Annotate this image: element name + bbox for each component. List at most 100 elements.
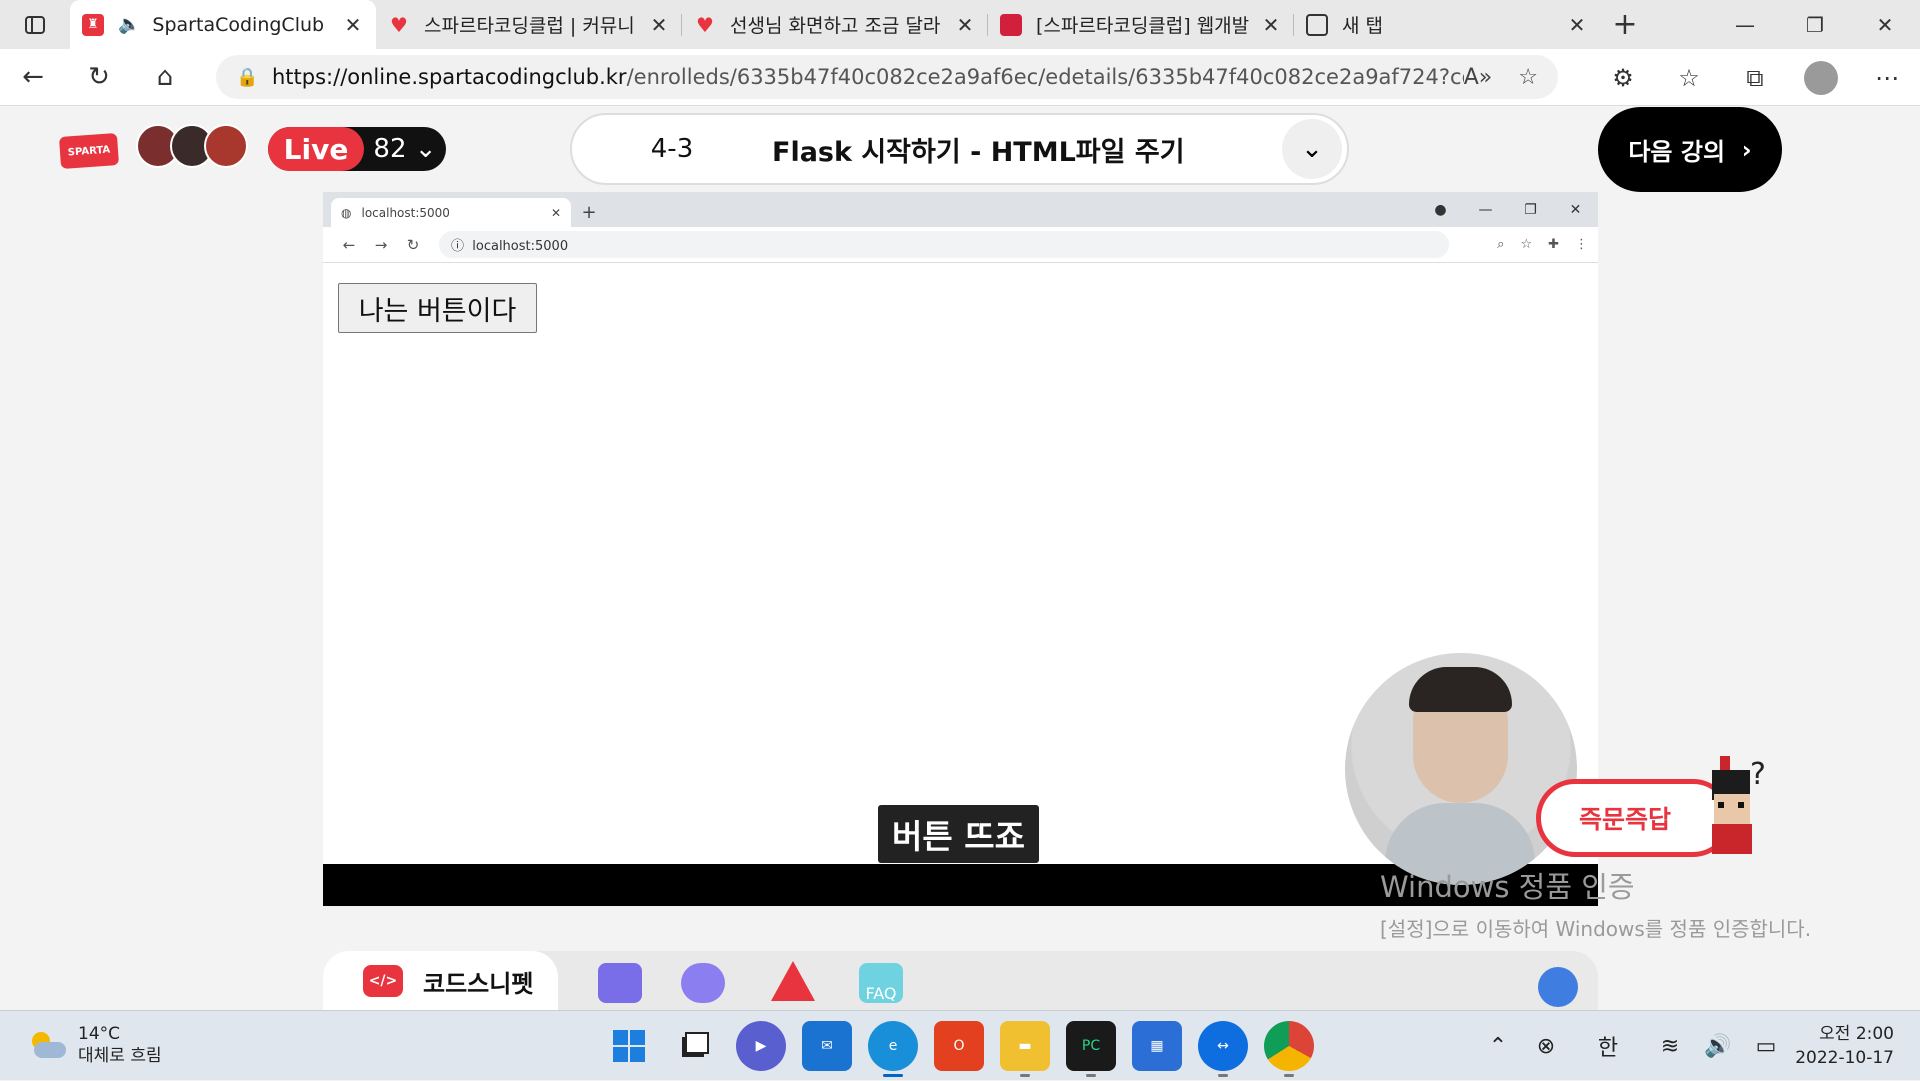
back-icon[interactable]: ← bbox=[0, 49, 66, 106]
code-icon: </> bbox=[363, 965, 403, 997]
pycharm-icon[interactable]: PC bbox=[1066, 1021, 1116, 1077]
live-label: Live bbox=[268, 127, 364, 171]
office-icon[interactable]: O bbox=[934, 1021, 984, 1071]
clock[interactable]: 오전 2:00 2022-10-17 bbox=[1790, 1022, 1920, 1070]
read-aloud-icon[interactable]: A» bbox=[1464, 65, 1493, 90]
tab-title: SpartaCodingClub bbox=[152, 13, 325, 36]
task-view-icon[interactable] bbox=[670, 1021, 720, 1071]
close-tab-icon[interactable]: ✕ bbox=[1260, 13, 1282, 37]
file-explorer-icon[interactable]: ▬ bbox=[1000, 1021, 1050, 1077]
browser-tab[interactable]: 새 탭 ✕ bbox=[1294, 0, 1600, 49]
back-icon: ← bbox=[342, 235, 356, 254]
taskbar-apps: ▶ ✉ e O ▬ PC ▦ ↔ bbox=[604, 1021, 1314, 1077]
close-window-icon[interactable]: ✕ bbox=[1850, 0, 1920, 49]
microsoft-store-icon[interactable]: ▦ bbox=[1132, 1021, 1182, 1071]
battery-icon[interactable]: ▭ bbox=[1742, 1034, 1790, 1059]
add-favorite-icon[interactable]: ☆ bbox=[1518, 65, 1538, 90]
url-text: https://online.spartacodingclub.kr/enrol… bbox=[272, 65, 1464, 89]
tab-title: 선생님 화면하고 조금 달라 bbox=[730, 15, 941, 37]
browser-tab[interactable]: ♜ 🔈 SpartaCodingClub ✕ bbox=[70, 0, 376, 49]
profile-avatar[interactable] bbox=[1804, 60, 1838, 95]
inner-browser-tab: ◍ localhost:5000 ✕ bbox=[331, 198, 571, 227]
address-bar[interactable]: 🔒 https://online.spartacodingclub.kr/enr… bbox=[216, 55, 1558, 99]
book-favicon-icon bbox=[1000, 13, 1022, 36]
checklist-icon[interactable] bbox=[598, 963, 642, 1003]
extensions-icon[interactable]: ⚙ bbox=[1590, 64, 1656, 92]
chat-icon[interactable] bbox=[681, 963, 725, 1003]
heart-favicon-icon: ♥ bbox=[696, 12, 714, 37]
speaker-icon[interactable]: 🔈 bbox=[118, 14, 140, 35]
inner-url: ⓘ localhost:5000 bbox=[439, 231, 1449, 258]
zoom-icon: ⌕ bbox=[1497, 237, 1505, 252]
code-snippet-tab[interactable]: </> 코드스니펫 bbox=[323, 951, 558, 1011]
heart-favicon-icon: ♥ bbox=[390, 12, 408, 37]
edge-browser-icon[interactable]: e bbox=[868, 1021, 918, 1077]
rendered-html-button: 나는 버튼이다 bbox=[338, 283, 537, 333]
lock-icon[interactable]: 🔒 bbox=[236, 67, 272, 88]
chrome-icon[interactable] bbox=[1264, 1021, 1314, 1077]
inner-window-controls: ● — ❐ ✕ bbox=[1418, 192, 1598, 227]
chevron-down-icon[interactable]: ⌄ bbox=[1282, 119, 1342, 179]
tab-title: 스파르타코딩클럽 | 커뮤니 bbox=[424, 15, 635, 37]
window-controls: — ❐ ✕ bbox=[1710, 0, 1920, 49]
forward-icon: → bbox=[374, 235, 388, 254]
lecture-tools-bar: </> 코드스니펫 FAQ bbox=[323, 951, 1598, 1011]
lecture-page: SPARTA Live 82 ⌄ 4-3 Flask 시작하기 - HTML파일… bbox=[0, 106, 1920, 1011]
close-icon: ✕ bbox=[1569, 201, 1582, 218]
tab-actions-icon[interactable] bbox=[0, 0, 70, 49]
collections-icon[interactable]: ⧉ bbox=[1722, 64, 1788, 92]
lesson-selector[interactable]: 4-3 Flask 시작하기 - HTML파일 주기 ⌄ bbox=[570, 113, 1349, 185]
close-circle-icon[interactable]: ⊗ bbox=[1522, 1034, 1570, 1059]
sparta-logo[interactable]: SPARTA bbox=[58, 133, 120, 169]
wifi-icon[interactable]: ≋ bbox=[1646, 1034, 1694, 1059]
record-icon: ● bbox=[1434, 201, 1447, 218]
close-tab-icon[interactable]: ✕ bbox=[342, 13, 364, 37]
faq-icon[interactable]: FAQ bbox=[859, 963, 903, 1003]
subtitle-caption: 버튼 뜨죠 bbox=[878, 805, 1039, 863]
browser-tab[interactable]: ♥ 선생님 화면하고 조금 달라 ✕ bbox=[682, 0, 988, 49]
more-menu-icon[interactable]: ⋯ bbox=[1854, 64, 1920, 92]
viewer-avatars bbox=[136, 124, 248, 168]
live-viewers-button[interactable]: Live 82 ⌄ bbox=[268, 127, 446, 171]
windows-activation-watermark: Windows 정품 인증 [설정]으로 이동하여 Windows를 정품 인증… bbox=[1380, 870, 1812, 941]
more-icon: ⋮ bbox=[1575, 237, 1588, 252]
windows-start-icon[interactable] bbox=[604, 1021, 654, 1071]
browser-tab[interactable]: [스파르타코딩클럽] 웹개발 ✕ bbox=[988, 0, 1294, 49]
next-lecture-button[interactable]: 다음 강의 › bbox=[1598, 107, 1782, 192]
close-icon: ✕ bbox=[550, 205, 561, 220]
restore-icon: ❐ bbox=[1524, 201, 1537, 218]
lesson-title: Flask 시작하기 - HTML파일 주기 bbox=[772, 136, 1185, 168]
close-tab-icon[interactable]: ✕ bbox=[954, 13, 976, 37]
mascot-character-icon[interactable]: ? bbox=[1700, 754, 1770, 864]
close-tab-icon[interactable]: ✕ bbox=[1566, 13, 1588, 37]
volume-icon[interactable]: 🔊 bbox=[1694, 1034, 1742, 1059]
minimize-icon: — bbox=[1478, 201, 1493, 218]
browser-tab[interactable]: ♥ 스파르타코딩클럽 | 커뮤니 ✕ bbox=[376, 0, 682, 49]
svg-text:?: ? bbox=[1750, 757, 1766, 792]
globe-icon: ◍ bbox=[341, 205, 352, 220]
favorites-icon[interactable]: ☆ bbox=[1656, 64, 1722, 92]
refresh-icon[interactable]: ↻ bbox=[66, 49, 132, 106]
browser-toolbar: ← ↻ ⌂ 🔒 https://online.spartacodingclub.… bbox=[0, 49, 1920, 106]
ime-indicator[interactable]: 한 bbox=[1584, 1030, 1632, 1062]
system-tray: ⌃ ⊗ 한 ≋ 🔊 ▭ 오전 2:00 2022-10-17 bbox=[1474, 1011, 1920, 1081]
warning-icon[interactable] bbox=[771, 961, 815, 1001]
teams-chat-icon[interactable]: ▶ bbox=[736, 1021, 786, 1071]
new-tab-favicon-icon bbox=[1306, 13, 1328, 36]
avatar bbox=[204, 124, 248, 168]
instructor-webcam bbox=[1345, 653, 1577, 885]
home-icon[interactable]: ⌂ bbox=[132, 49, 198, 106]
minimize-icon[interactable]: — bbox=[1710, 0, 1780, 49]
mail-icon[interactable]: ✉ bbox=[802, 1021, 852, 1071]
weather-widget[interactable]: 14°C 대체로 흐림 bbox=[28, 1023, 162, 1067]
restore-icon[interactable]: ❐ bbox=[1780, 0, 1850, 49]
star-icon: ☆ bbox=[1520, 237, 1533, 252]
chevron-up-icon[interactable]: ⌃ bbox=[1474, 1034, 1522, 1059]
settings-gear-icon[interactable] bbox=[1538, 967, 1578, 1007]
new-tab-button[interactable]: + bbox=[1600, 0, 1650, 49]
close-tab-icon[interactable]: ✕ bbox=[648, 13, 670, 37]
windows-taskbar: 14°C 대체로 흐림 ▶ ✉ e O ▬ PC ▦ ↔ ⌃ ⊗ 한 ≋ 🔊 ▭… bbox=[0, 1010, 1920, 1080]
inner-address-bar: ← → ↻ ⓘ localhost:5000 ⌕ ☆ ✚ ⋮ bbox=[323, 227, 1598, 263]
cloud-sun-icon bbox=[28, 1030, 68, 1060]
teamviewer-icon[interactable]: ↔ bbox=[1198, 1021, 1248, 1077]
